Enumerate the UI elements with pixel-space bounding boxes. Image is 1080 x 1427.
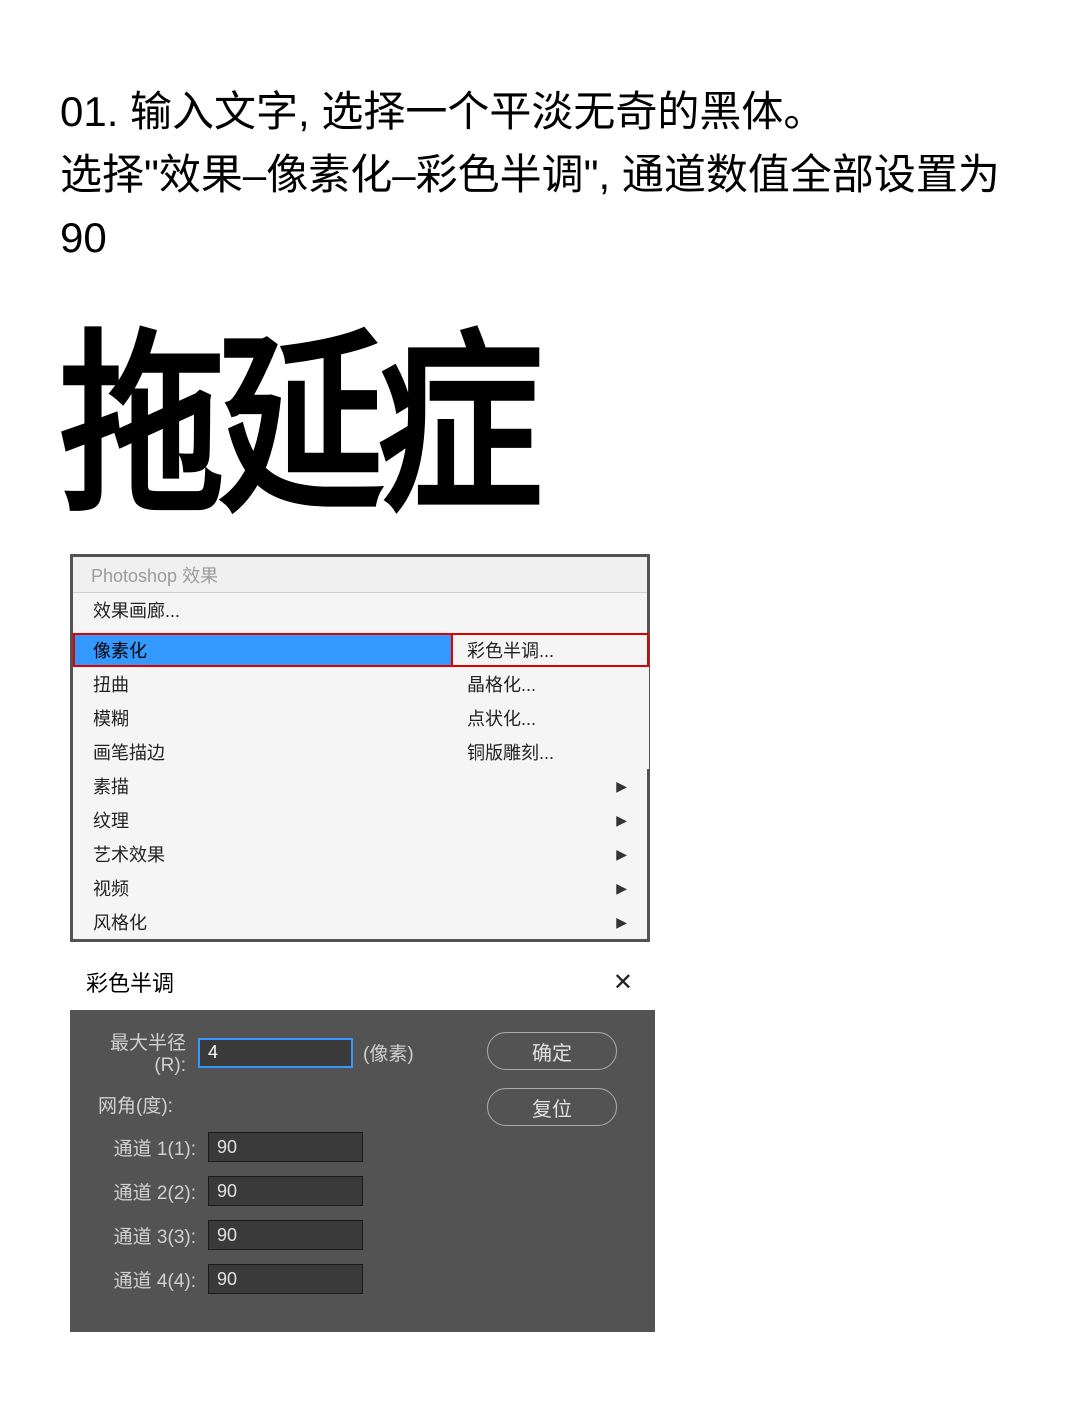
submenu-item-crystallize[interactable]: 晶格化... — [451, 667, 649, 701]
ok-button[interactable]: 确定 — [487, 1032, 617, 1070]
dialog-titlebar: 彩色半调 ✕ — [70, 954, 655, 1010]
angle-label: 网角(度): — [98, 1091, 487, 1118]
channel3-input[interactable] — [208, 1220, 363, 1250]
instructions-text: 01. 输入文字, 选择一个平淡无奇的黑体。 选择"效果–像素化–彩色半调", … — [0, 0, 1080, 309]
max-radius-input[interactable] — [198, 1038, 353, 1068]
dialog-title: 彩色半调 — [86, 966, 174, 998]
chevron-right-icon: ▶ — [616, 812, 627, 829]
menu-item-artistic[interactable]: 艺术效果 ▶ — [73, 837, 647, 871]
menu-label: 模糊 — [93, 705, 129, 731]
menu-label: 纹理 — [93, 807, 129, 833]
submenu-item-pointillize[interactable]: 点状化... — [451, 701, 649, 735]
unit-label: (像素) — [363, 1039, 414, 1066]
chevron-right-icon: ▶ — [616, 914, 627, 931]
menu-label: 素描 — [93, 773, 129, 799]
menu-label: 视频 — [93, 875, 129, 901]
effects-menu-panel: Photoshop 效果 效果画廊... 像素化 ▶ 扭曲 ▶ 模糊 ▶ 画笔描… — [70, 554, 650, 942]
chevron-right-icon: ▶ — [616, 880, 627, 897]
channel1-label: 通道 1(1): — [88, 1134, 208, 1161]
menu-item-texture[interactable]: 纹理 ▶ — [73, 803, 647, 837]
channel3-label: 通道 3(3): — [88, 1222, 208, 1249]
sample-text: 拖延症 — [0, 309, 918, 554]
submenu-label: 彩色半调... — [467, 637, 554, 663]
submenu-item-color-halftone[interactable]: 彩色半调... — [451, 633, 649, 667]
menu-label: 画笔描边 — [93, 739, 165, 765]
reset-button[interactable]: 复位 — [487, 1088, 617, 1126]
menu-label: 扭曲 — [93, 671, 129, 697]
close-icon[interactable]: ✕ — [607, 968, 639, 997]
submenu-label: 铜版雕刻... — [467, 739, 554, 765]
chevron-right-icon: ▶ — [616, 778, 627, 795]
color-halftone-dialog: 彩色半调 ✕ 最大半径(R): (像素) 网角(度): 通道 1(1): 通道 … — [70, 954, 655, 1332]
submenu-label: 点状化... — [467, 705, 536, 731]
channel1-input[interactable] — [208, 1132, 363, 1162]
menu-label: 效果画廊... — [93, 597, 180, 623]
menu-label: 艺术效果 — [93, 841, 165, 867]
chevron-right-icon: ▶ — [616, 846, 627, 863]
menu-item-video[interactable]: 视频 ▶ — [73, 871, 647, 905]
channel2-input[interactable] — [208, 1176, 363, 1206]
submenu-label: 晶格化... — [467, 671, 536, 697]
instruction-line-1: 01. 输入文字, 选择一个平淡无奇的黑体。 — [60, 80, 1020, 143]
submenu-item-mezzotint[interactable]: 铜版雕刻... — [451, 735, 649, 769]
menu-header: Photoshop 效果 — [73, 557, 647, 593]
channel4-input[interactable] — [208, 1264, 363, 1294]
menu-item-stylize[interactable]: 风格化 ▶ — [73, 905, 647, 939]
pixelate-submenu: 彩色半调... 晶格化... 点状化... 铜版雕刻... — [451, 633, 649, 769]
channel2-label: 通道 2(2): — [88, 1178, 208, 1205]
channel4-label: 通道 4(4): — [88, 1266, 208, 1293]
menu-label: 风格化 — [93, 909, 147, 935]
menu-label: 像素化 — [93, 637, 147, 663]
max-radius-label: 最大半径(R): — [88, 1028, 198, 1077]
instruction-line-2: 选择"效果–像素化–彩色半调", 通道数值全部设置为90 — [60, 143, 1020, 269]
menu-item-sketch[interactable]: 素描 ▶ — [73, 769, 647, 803]
menu-item-gallery[interactable]: 效果画廊... — [73, 593, 647, 627]
